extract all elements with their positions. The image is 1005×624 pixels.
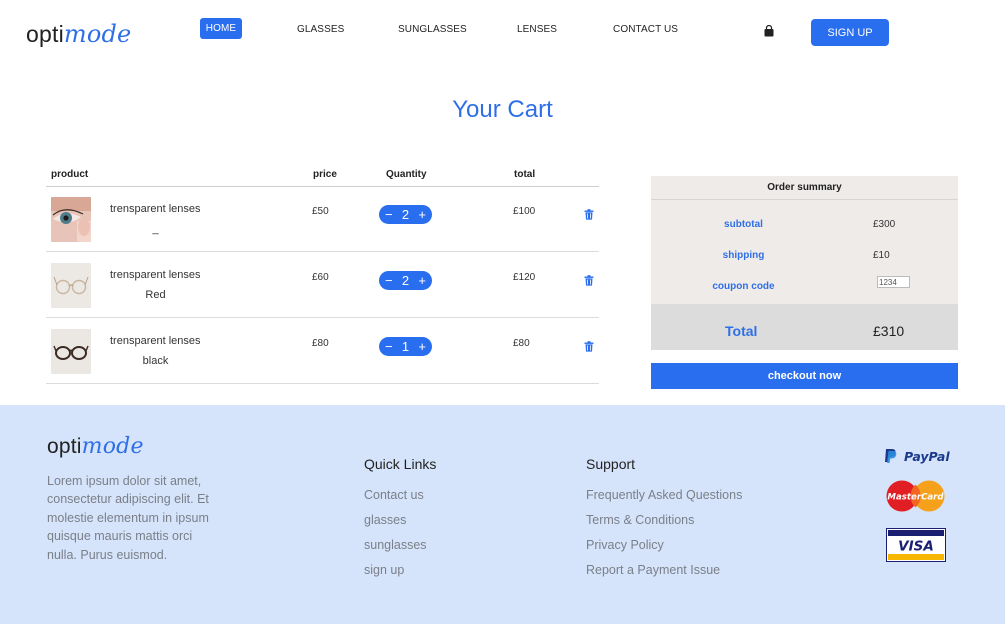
logo-suffix: mode bbox=[63, 20, 132, 48]
product-name: trensparent lenses bbox=[110, 269, 201, 281]
col-header-quantity: Quantity bbox=[386, 169, 427, 180]
quantity-value: 1 bbox=[401, 339, 410, 354]
product-image-eye-lens[interactable] bbox=[51, 197, 91, 242]
line-total: £80 bbox=[513, 338, 530, 349]
total-label: Total bbox=[725, 323, 758, 339]
footer-link-privacy[interactable]: Privacy Policy bbox=[586, 538, 664, 552]
nav-lenses[interactable]: LENSES bbox=[517, 24, 557, 35]
table-row: trensparent lenses _ £50 − 2 + £100 bbox=[46, 187, 599, 252]
product-price: £60 bbox=[312, 272, 329, 283]
footer-link-sign-up[interactable]: sign up bbox=[364, 563, 404, 577]
paypal-text: PayPal bbox=[904, 449, 950, 464]
trash-icon[interactable] bbox=[584, 341, 594, 352]
table-row: trensparent lenses black £80 − 1 + £80 bbox=[46, 319, 599, 384]
decrement-button[interactable]: − bbox=[385, 208, 393, 221]
quantity-stepper: − 2 + bbox=[379, 205, 432, 224]
subtotal-value: £300 bbox=[873, 219, 896, 230]
logo-suffix: mode bbox=[81, 434, 144, 459]
coupon-code-input[interactable] bbox=[877, 276, 910, 288]
footer-description: Lorem ipsum dolor sit amet, consectetur … bbox=[47, 474, 209, 562]
decrement-button[interactable]: − bbox=[385, 274, 393, 287]
header: optimode HOME GLASSES SUNGLASSES LENSES … bbox=[0, 0, 1005, 68]
page-title: Your Cart bbox=[452, 96, 553, 123]
col-header-total: total bbox=[514, 169, 536, 180]
footer-logo[interactable]: optimode bbox=[47, 434, 144, 459]
shipping-value: £10 bbox=[873, 250, 890, 261]
nav-home[interactable]: HOME bbox=[200, 18, 242, 39]
sign-up-button[interactable]: SIGN UP bbox=[811, 19, 889, 46]
quantity-value: 2 bbox=[401, 273, 410, 288]
product-price: £50 bbox=[312, 206, 329, 217]
shopping-bag-icon[interactable] bbox=[763, 25, 775, 37]
product-variant: black bbox=[142, 355, 169, 367]
order-summary-title: Order summary bbox=[651, 176, 958, 200]
product-variant: Red bbox=[145, 289, 166, 301]
nav-glasses[interactable]: GLASSES bbox=[297, 24, 344, 35]
footer-link-report-payment[interactable]: Report a Payment Issue bbox=[586, 563, 720, 577]
total-value: £310 bbox=[873, 323, 905, 339]
coupon-code-label: coupon code bbox=[712, 281, 775, 292]
footer-link-glasses[interactable]: glasses bbox=[364, 513, 406, 527]
total-band bbox=[651, 304, 958, 350]
quantity-stepper: − 2 + bbox=[379, 271, 432, 290]
visa-text: VISA bbox=[898, 539, 934, 555]
product-name: trensparent lenses bbox=[110, 203, 201, 215]
shipping-label: shipping bbox=[722, 250, 765, 261]
trash-icon[interactable] bbox=[584, 275, 594, 286]
increment-button[interactable]: + bbox=[418, 340, 426, 353]
support-title: Support bbox=[586, 456, 636, 472]
mastercard-logo-icon: MasterCard bbox=[886, 480, 945, 512]
checkout-button[interactable]: checkout now bbox=[651, 363, 958, 389]
subtotal-label: subtotal bbox=[724, 219, 763, 230]
product-price: £80 bbox=[312, 338, 329, 349]
increment-button[interactable]: + bbox=[418, 208, 426, 221]
nav-sunglasses[interactable]: SUNGLASSES bbox=[398, 24, 467, 35]
col-header-product: product bbox=[51, 169, 89, 180]
footer-link-terms[interactable]: Terms & Conditions bbox=[586, 513, 694, 527]
footer-link-contact-us[interactable]: Contact us bbox=[364, 488, 424, 502]
quantity-value: 2 bbox=[401, 207, 410, 222]
product-variant: _ bbox=[152, 223, 159, 235]
trash-icon[interactable] bbox=[584, 209, 594, 220]
visa-logo-icon: VISA bbox=[886, 528, 946, 562]
logo-prefix: opti bbox=[47, 435, 82, 458]
footer-link-sunglasses[interactable]: sunglasses bbox=[364, 538, 427, 552]
line-total: £120 bbox=[513, 272, 536, 283]
quick-links-title: Quick Links bbox=[364, 456, 437, 472]
footer: optimode Lorem ipsum dolor sit amet, con… bbox=[0, 405, 1005, 624]
increment-button[interactable]: + bbox=[418, 274, 426, 287]
col-header-price: price bbox=[313, 169, 337, 180]
decrement-button[interactable]: − bbox=[385, 340, 393, 353]
line-total: £100 bbox=[513, 206, 536, 217]
product-name: trensparent lenses bbox=[110, 335, 201, 347]
quantity-stepper: − 1 + bbox=[379, 337, 432, 356]
order-summary: Order summary subtotal £300 shipping £10… bbox=[651, 176, 958, 350]
paypal-logo-icon: PayPal bbox=[885, 449, 950, 464]
table-row: trensparent lenses Red £60 − 2 + £120 bbox=[46, 253, 599, 318]
logo[interactable]: optimode bbox=[26, 20, 131, 48]
logo-prefix: opti bbox=[26, 21, 64, 47]
product-image-glasses[interactable] bbox=[51, 263, 91, 308]
nav-contact-us[interactable]: CONTACT US bbox=[613, 24, 678, 35]
product-image-glasses[interactable] bbox=[51, 329, 91, 374]
mastercard-text: MasterCard bbox=[887, 493, 944, 503]
footer-link-faq[interactable]: Frequently Asked Questions bbox=[586, 488, 742, 502]
